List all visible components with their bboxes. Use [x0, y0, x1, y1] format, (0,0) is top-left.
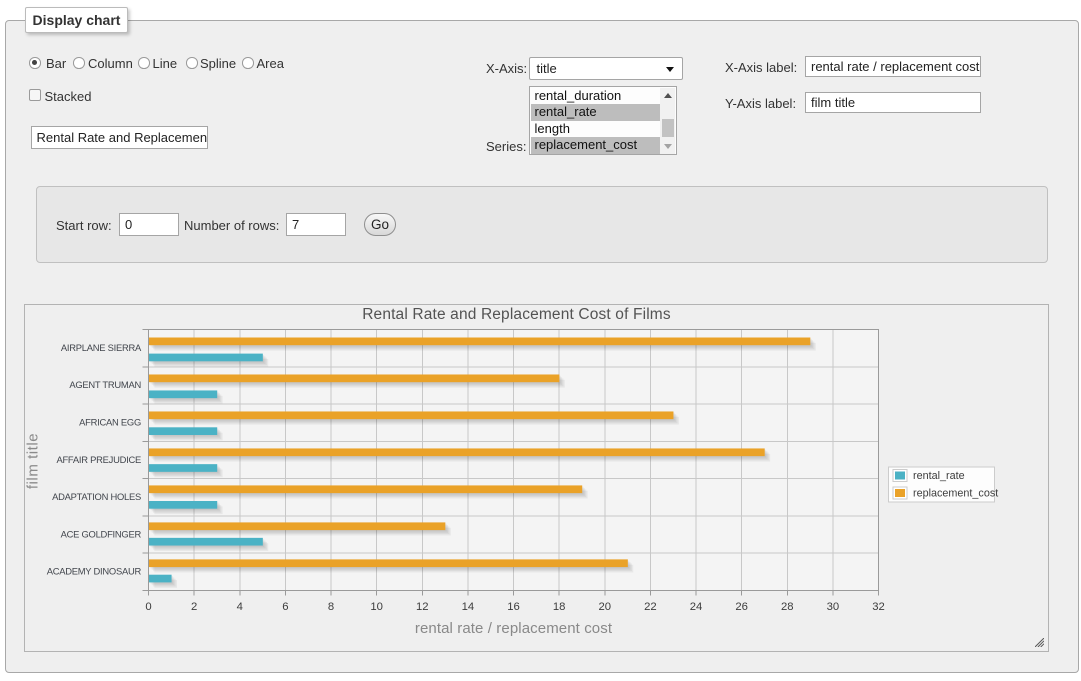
svg-text:32: 32 — [872, 601, 885, 613]
svg-text:12: 12 — [416, 601, 429, 613]
svg-text:film title: film title — [25, 433, 42, 489]
svg-text:24: 24 — [690, 601, 703, 613]
svg-text:18: 18 — [553, 601, 566, 613]
svg-text:4: 4 — [237, 601, 243, 613]
svg-text:2: 2 — [191, 601, 197, 613]
svg-text:rental_rate: rental_rate — [913, 470, 965, 482]
svg-text:6: 6 — [282, 601, 288, 613]
svg-text:10: 10 — [370, 601, 383, 613]
svg-text:28: 28 — [781, 601, 794, 613]
svg-text:AFRICAN EGG: AFRICAN EGG — [79, 417, 141, 428]
svg-text:AFFAIR PREJUDICE: AFFAIR PREJUDICE — [56, 454, 141, 465]
svg-text:14: 14 — [462, 601, 475, 613]
svg-text:ADAPTATION HOLES: ADAPTATION HOLES — [52, 491, 141, 502]
svg-text:22: 22 — [644, 601, 657, 613]
svg-text:16: 16 — [507, 601, 520, 613]
svg-text:26: 26 — [735, 601, 748, 613]
svg-text:8: 8 — [328, 601, 334, 613]
svg-text:30: 30 — [827, 601, 840, 613]
svg-text:replacement_cost: replacement_cost — [913, 488, 998, 500]
svg-text:Rental Rate and Replacement Co: Rental Rate and Replacement Cost of Film… — [362, 306, 671, 323]
svg-text:rental rate / replacement cost: rental rate / replacement cost — [415, 620, 613, 637]
svg-text:20: 20 — [598, 601, 611, 613]
svg-text:ACE GOLDFINGER: ACE GOLDFINGER — [61, 528, 142, 539]
svg-text:ACADEMY DINOSAUR: ACADEMY DINOSAUR — [47, 566, 142, 577]
svg-text:AIRPLANE SIERRA: AIRPLANE SIERRA — [61, 342, 142, 353]
svg-text:AGENT TRUMAN: AGENT TRUMAN — [69, 379, 141, 390]
svg-text:0: 0 — [145, 601, 151, 613]
